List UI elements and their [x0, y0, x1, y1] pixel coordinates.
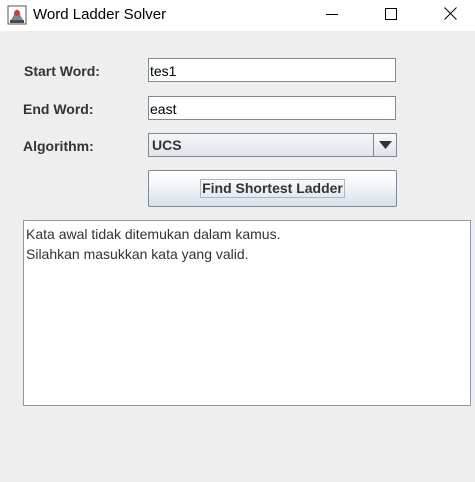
result-line: Silahkan masukkan kata yang valid. — [26, 246, 249, 262]
close-icon — [443, 6, 457, 25]
start-word-input[interactable] — [148, 58, 396, 82]
end-word-input[interactable] — [148, 96, 396, 120]
minimize-icon — [326, 7, 338, 25]
chevron-down-icon[interactable] — [373, 134, 396, 156]
app-window: Word Ladder Solver Start Word: End Word:… — [0, 0, 475, 482]
find-button-label: Find Shortest Ladder — [200, 179, 345, 198]
start-word-label: Start Word: — [24, 63, 100, 79]
result-line: Kata awal tidak ditemukan dalam kamus. — [26, 226, 281, 242]
algorithm-dropdown[interactable]: UCS — [148, 133, 397, 157]
find-shortest-ladder-button[interactable]: Find Shortest Ladder — [148, 170, 397, 207]
form-panel: Start Word: End Word: Algorithm: UCS Fin… — [0, 31, 475, 482]
title-bar[interactable]: Word Ladder Solver — [0, 0, 475, 31]
result-text-area[interactable]: Kata awal tidak ditemukan dalam kamus. S… — [23, 220, 471, 406]
maximize-icon — [385, 7, 397, 25]
end-word-label: End Word: — [23, 101, 94, 117]
algorithm-label: Algorithm: — [23, 138, 94, 154]
close-button[interactable] — [427, 0, 473, 31]
window-title: Word Ladder Solver — [33, 6, 167, 23]
minimize-button[interactable] — [309, 0, 355, 31]
algorithm-selected-value: UCS — [152, 137, 182, 153]
java-app-icon — [7, 5, 27, 25]
maximize-button[interactable] — [368, 0, 414, 31]
